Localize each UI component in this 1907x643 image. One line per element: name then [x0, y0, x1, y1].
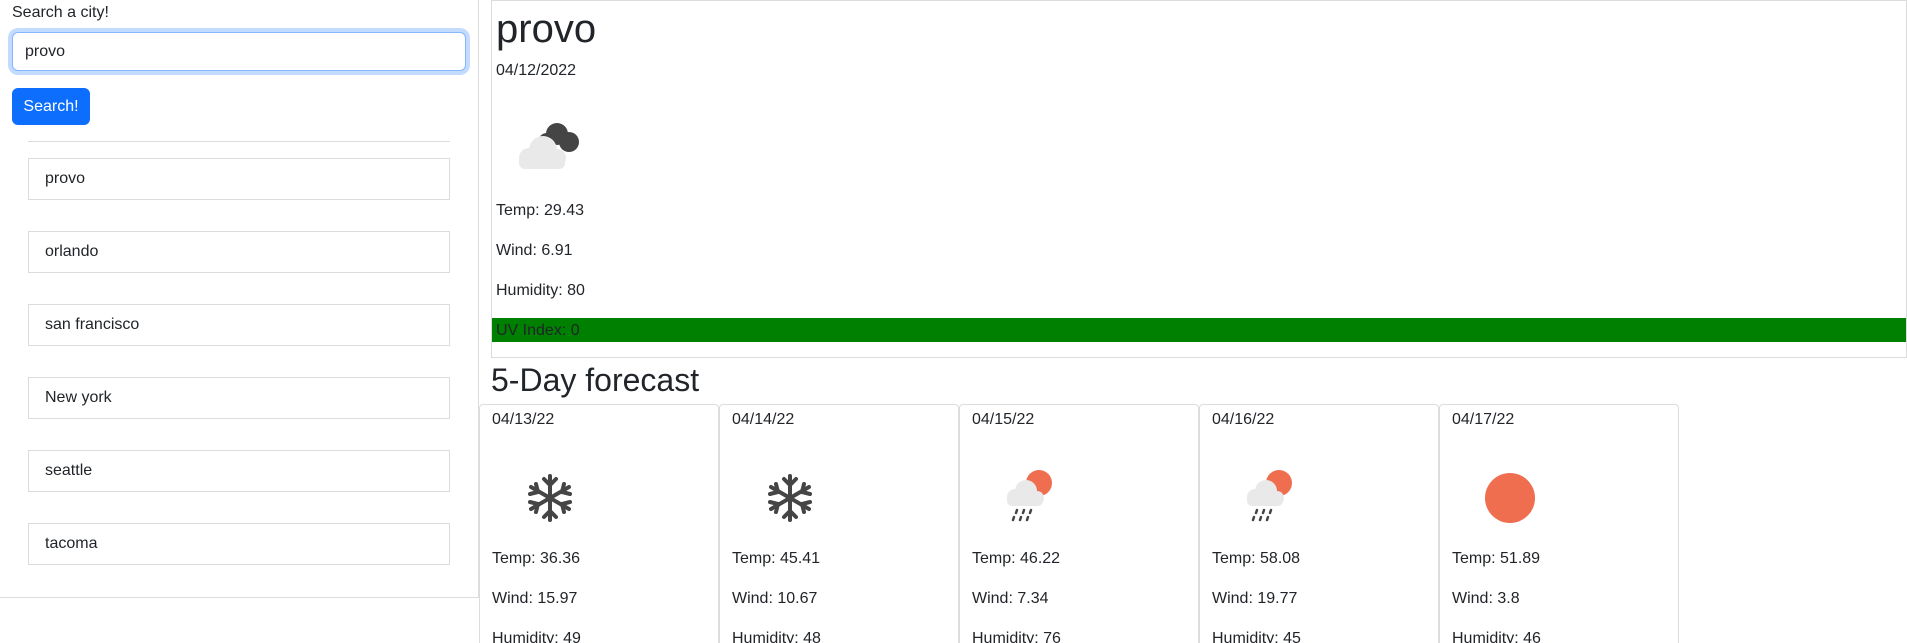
- snowflake-icon: [755, 463, 825, 533]
- forecast-wind: Wind: 3.8: [1452, 590, 1520, 607]
- search-history-list: provo orlando san francisco New york sea…: [28, 158, 450, 596]
- history-item[interactable]: provo: [28, 158, 450, 200]
- weather-dashboard: Search a city! Search! provo orlando san…: [0, 0, 1907, 643]
- current-humidity: Humidity: 80: [496, 282, 585, 299]
- forecast-card: 04/14/22 Temp: 45.41 Wind: 10.67 Humidit…: [719, 404, 959, 643]
- forecast-wind: Wind: 10.67: [732, 590, 818, 607]
- forecast-card: 04/16/22 Temp: 58.08 Wind: 19.77 Humidit…: [1199, 404, 1439, 643]
- forecast-humidity: Humidity: 48: [732, 630, 821, 643]
- forecast-wind: Wind: 7.34: [972, 590, 1049, 607]
- history-item[interactable]: tacoma: [28, 523, 450, 565]
- current-date: 04/12/2022: [496, 62, 577, 79]
- forecast-card: 04/13/22 Temp: 36.36 Wind: 15.97 Humidit…: [479, 404, 719, 643]
- forecast-temp: Temp: 36.36: [492, 550, 581, 567]
- sun-rain-icon: [995, 463, 1065, 533]
- forecast-date: 04/13/22: [492, 411, 555, 428]
- sidebar: Search a city! Search! provo orlando san…: [0, 0, 479, 598]
- snowflake-icon: [515, 463, 585, 533]
- forecast-wind: Wind: 15.97: [492, 590, 578, 607]
- forecast-humidity: Humidity: 46: [1452, 630, 1541, 643]
- forecast-humidity: Humidity: 49: [492, 630, 581, 643]
- history-divider: [28, 141, 450, 142]
- search-button[interactable]: Search!: [12, 88, 90, 125]
- cloudy-night-icon: [507, 114, 587, 184]
- forecast-temp: Temp: 58.08: [1212, 550, 1301, 567]
- forecast-temp: Temp: 51.89: [1452, 550, 1541, 567]
- forecast-humidity: Humidity: 45: [1212, 630, 1301, 643]
- forecast-date: 04/15/22: [972, 411, 1035, 428]
- current-wind: Wind: 6.91: [496, 242, 573, 259]
- forecast-title: 5-Day forecast: [491, 362, 700, 398]
- history-item[interactable]: san francisco: [28, 304, 450, 346]
- forecast-card: 04/15/22 Temp: 46.22 Wind: 7.34 Humidity…: [959, 404, 1199, 643]
- forecast-temp: Temp: 46.22: [972, 550, 1061, 567]
- search-label: Search a city!: [12, 4, 109, 21]
- history-item[interactable]: New york: [28, 377, 450, 419]
- search-input[interactable]: [12, 32, 466, 71]
- sun-rain-icon: [1235, 463, 1305, 533]
- history-item[interactable]: orlando: [28, 231, 450, 273]
- history-item[interactable]: seattle: [28, 450, 450, 492]
- forecast-row: 04/13/22 Temp: 36.36 Wind: 15.97 Humidit…: [479, 404, 1679, 643]
- current-temp: Temp: 29.43: [496, 202, 585, 219]
- forecast-wind: Wind: 19.77: [1212, 590, 1298, 607]
- uv-index-bar: UV Index: 0: [492, 318, 1906, 342]
- forecast-humidity: Humidity: 76: [972, 630, 1061, 643]
- city-name: provo: [496, 7, 597, 51]
- forecast-temp: Temp: 45.41: [732, 550, 821, 567]
- uv-index-text: UV Index: 0: [496, 322, 580, 339]
- forecast-date: 04/17/22: [1452, 411, 1515, 428]
- forecast-date: 04/16/22: [1212, 411, 1275, 428]
- forecast-card: 04/17/22 Temp: 51.89 Wind: 3.8 Humidity:…: [1439, 404, 1679, 643]
- current-weather-card: provo 04/12/2022 Temp: 29.43 Wind: 6.91 …: [491, 0, 1907, 358]
- forecast-date: 04/14/22: [732, 411, 795, 428]
- sun-icon: [1475, 463, 1545, 533]
